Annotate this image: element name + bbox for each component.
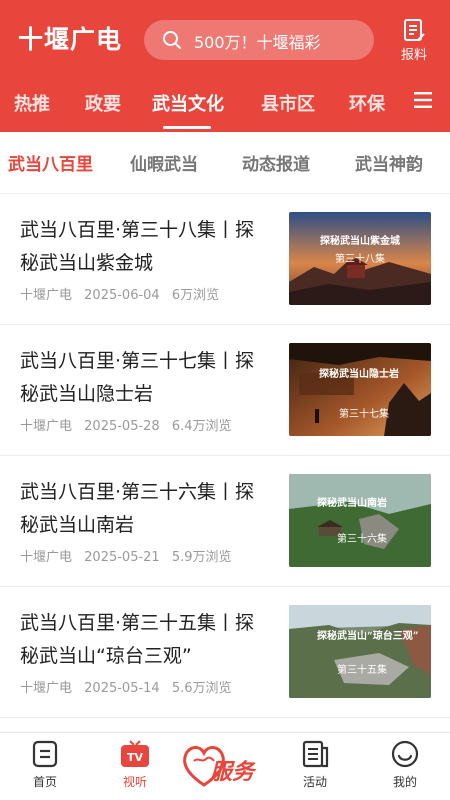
- nav-home-label: 首页: [32, 775, 57, 789]
- tab-counties[interactable]: 县市区: [261, 90, 315, 116]
- article-source: 十堰广电: [20, 550, 73, 565]
- nav-home[interactable]: 首页: [0, 733, 90, 800]
- article-meta: 十堰广电 2025-06-04 6万浏览: [20, 284, 227, 303]
- article-views: 6.4万浏览: [171, 419, 232, 434]
- subtab-wudang-800li[interactable]: 武当八百里: [8, 150, 93, 175]
- article-date: 2025-05-28: [84, 419, 160, 434]
- article-item[interactable]: 武当八百里·第三十七集丨探秘武当山隐士岩 十堰广电 2025-05-28 6.4…: [0, 325, 450, 456]
- article-date: 2025-05-21: [84, 550, 160, 565]
- report-label: 报料: [400, 48, 427, 63]
- article-date: 2025-05-14: [84, 681, 160, 696]
- subtab-wudang-charm[interactable]: 武当神韵: [355, 150, 423, 175]
- article-item[interactable]: 武当八百里·第三十八集丨探秘武当山紫金城 十堰广电 2025-06-04 6万浏…: [0, 194, 450, 325]
- thumbnail-title: 探秘武当山隐士岩: [319, 369, 399, 380]
- article-thumbnail[interactable]: 探秘武当山南岩 第三十六集: [289, 474, 431, 567]
- thumbnail-title: 探秘武当山“琼台三观”: [317, 631, 419, 642]
- edit-document-icon: [404, 19, 425, 41]
- article-item[interactable]: 武当八百里·第三十五集丨探秘武当山“琼台三观” 十堰广电 2025-05-14 …: [0, 587, 450, 718]
- article-title[interactable]: 武当八百里·第三十五集丨探秘武当山“琼台三观”: [20, 607, 270, 673]
- tv-badge-text: TV: [127, 751, 144, 764]
- article-views: 5.9万浏览: [171, 550, 232, 565]
- thumbnail-caption: 探秘武当山紫金城 第三十八集: [289, 212, 431, 305]
- article-date: 2025-06-04: [84, 288, 160, 303]
- nav-service[interactable]: 服务: [180, 739, 272, 791]
- article-thumbnail[interactable]: 探秘武当山“琼台三观” 第三十五集: [289, 605, 431, 698]
- thumbnail-caption: 探秘武当山隐士岩 第三十七集: [289, 343, 431, 436]
- nav-mine-label: 我的: [392, 775, 417, 789]
- menu-icon[interactable]: [414, 92, 432, 108]
- article-thumbnail[interactable]: 探秘武当山紫金城 第三十八集: [289, 212, 431, 305]
- nav-mine[interactable]: 我的: [360, 733, 450, 800]
- channel-tabs: 热推 政要 武当文化 县市区 环保: [0, 86, 450, 132]
- tv-icon: TV: [121, 740, 149, 767]
- top-header: 十堰广电 500万！十堰福彩 报料 热推 政要 武当文化 县市区 环保: [0, 0, 450, 132]
- search-icon: [163, 31, 181, 49]
- thumbnail-title: 探秘武当山南岩: [317, 498, 387, 509]
- subtab-xianxia-wudang[interactable]: 仙暇武当: [130, 150, 198, 175]
- article-source: 十堰广电: [20, 288, 73, 303]
- nav-activity[interactable]: 活动: [270, 733, 360, 800]
- smiley-icon: [391, 740, 419, 768]
- article-meta: 十堰广电 2025-05-21 5.9万浏览: [20, 546, 240, 565]
- thumbnail-title: 探秘武当山紫金城: [320, 236, 400, 247]
- article-meta: 十堰广电 2025-05-14 5.6万浏览: [20, 677, 240, 696]
- article-source: 十堰广电: [20, 419, 73, 434]
- thumbnail-caption: 探秘武当山南岩 第三十六集: [289, 474, 431, 567]
- bottom-nav: 首页 TV 视听 服务 活动 我的: [0, 732, 450, 800]
- tab-environment[interactable]: 环保: [349, 90, 385, 116]
- article-views: 6万浏览: [171, 288, 220, 303]
- service-text: 服务: [209, 760, 257, 785]
- article-title[interactable]: 武当八百里·第三十七集丨探秘武当山隐士岩: [20, 345, 270, 411]
- home-icon: [32, 740, 58, 768]
- thumbnail-episode: 第三十八集: [335, 254, 385, 265]
- heart-service-icon: 服务: [183, 746, 257, 787]
- report-button[interactable]: 报料: [394, 18, 434, 63]
- tab-hot[interactable]: 热推: [14, 90, 50, 116]
- newspaper-icon: [302, 740, 329, 768]
- thumbnail-episode: 第三十五集: [337, 665, 387, 676]
- subtab-news-reports[interactable]: 动态报道: [242, 150, 310, 175]
- search-bar[interactable]: 500万！十堰福彩: [144, 20, 374, 60]
- thumbnail-episode: 第三十七集: [339, 409, 389, 420]
- article-meta: 十堰广电 2025-05-28 6.4万浏览: [20, 415, 240, 434]
- nav-activity-label: 活动: [302, 775, 327, 789]
- article-source: 十堰广电: [20, 681, 73, 696]
- app-title: 十堰广电: [18, 25, 123, 54]
- article-views: 5.6万浏览: [171, 681, 232, 696]
- article-thumbnail[interactable]: 探秘武当山隐士岩 第三十七集: [289, 343, 431, 436]
- nav-video-label: 视听: [122, 775, 147, 789]
- article-title[interactable]: 武当八百里·第三十八集丨探秘武当山紫金城: [20, 214, 270, 280]
- tab-wudang-culture[interactable]: 武当文化: [152, 90, 224, 116]
- search-placeholder: 500万！十堰福彩: [194, 33, 321, 52]
- thumbnail-caption: 探秘武当山“琼台三观” 第三十五集: [289, 605, 431, 698]
- active-tab-indicator: [163, 126, 211, 129]
- article-item[interactable]: 武当八百里·第三十六集丨探秘武当山南岩 十堰广电 2025-05-21 5.9万…: [0, 456, 450, 587]
- nav-video[interactable]: TV 视听: [90, 733, 180, 800]
- tab-politics[interactable]: 政要: [85, 90, 121, 116]
- article-title[interactable]: 武当八百里·第三十六集丨探秘武当山南岩: [20, 476, 270, 542]
- thumbnail-episode: 第三十六集: [337, 534, 387, 545]
- sub-tabs: 武当八百里 仙暇武当 动态报道 武当神韵: [0, 132, 450, 194]
